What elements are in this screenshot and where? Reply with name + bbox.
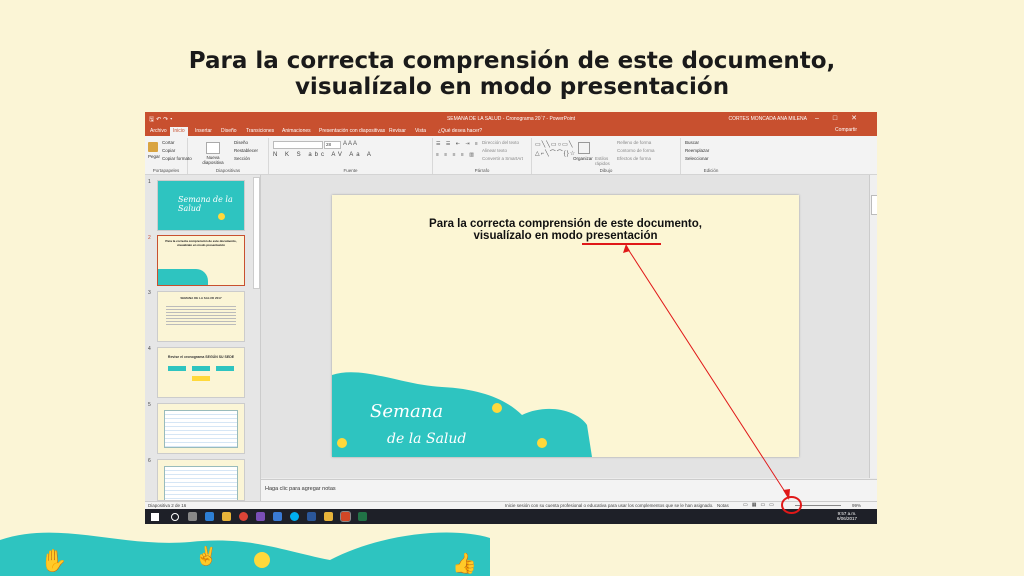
highlight-circle bbox=[781, 496, 802, 514]
thumbs-up-icon: 👍 bbox=[452, 551, 477, 575]
smiley-icon bbox=[254, 552, 270, 568]
bottom-wave-decoration: ✋ ✌ 👍 bbox=[0, 532, 490, 576]
annotation-arrow bbox=[623, 244, 790, 500]
hand-wave-icon: ✋ bbox=[40, 548, 67, 573]
hand-peace-icon: ✌ bbox=[195, 545, 217, 567]
